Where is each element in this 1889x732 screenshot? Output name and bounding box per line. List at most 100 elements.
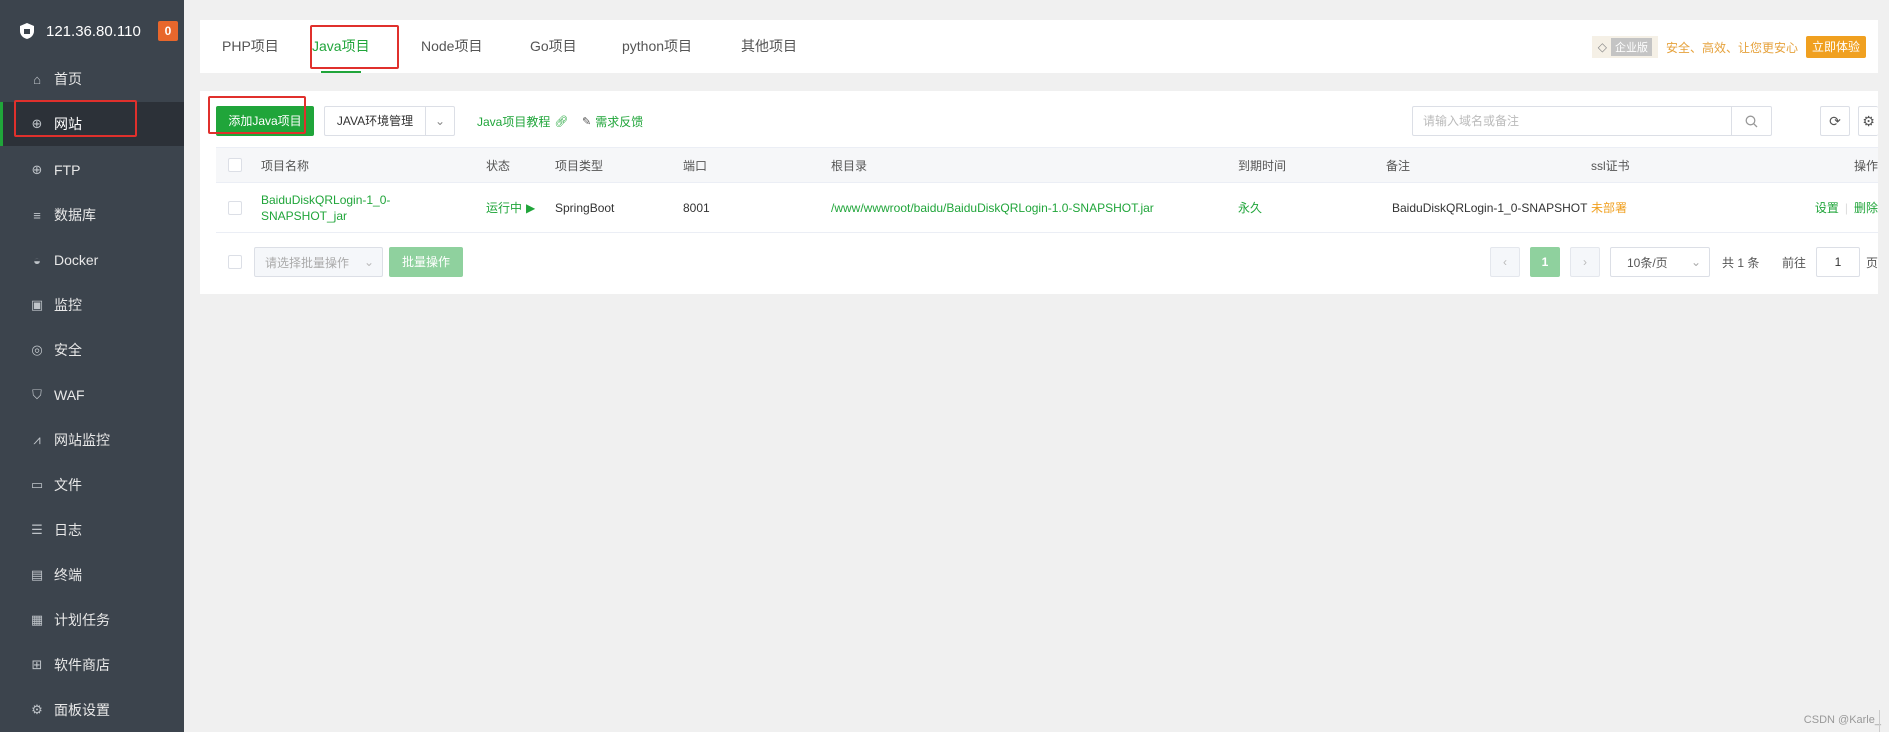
sidebar-item-store[interactable]: ⊞ 软件商店 [0,643,184,687]
ssl-status[interactable]: 未部署 [1591,183,1627,232]
sidebar-item-label: WAF [54,387,85,403]
search-input[interactable] [1413,107,1731,135]
project-type: SpringBoot [555,200,615,215]
chevron-down-icon[interactable]: ⌄ [426,114,454,128]
project-table: 项目名称 状态 项目类型 端口 根目录 到期时间 备注 ssl证书 操作 Bai… [216,147,1878,233]
tab-php[interactable]: PHP项目 [222,20,279,73]
server-ip: 121.36.80.110 [46,22,141,40]
sidebar-item-files[interactable]: ▭ 文件 [0,463,184,507]
monitor-icon: ▣ [30,297,44,312]
tab-java[interactable]: Java项目 [312,20,370,73]
sidebar-item-settings[interactable]: ⚙ 面板设置 [0,688,184,732]
table-header: 项目名称 状态 项目类型 端口 根目录 到期时间 备注 ssl证书 操作 [216,147,1878,183]
enterprise-tag: ◇ 企业版 [1591,36,1658,58]
chevron-left-icon[interactable]: ‹ [1490,247,1520,277]
page-size-value: 10条/页 [1627,255,1668,270]
feedback-link-label[interactable]: 需求反馈 [595,113,643,130]
batch-select[interactable]: 请选择批量操作 ⌄ [254,247,383,277]
project-tabs: PHP项目 Java项目 Node项目 Go项目 python项目 其他项目 ◇… [200,20,1878,73]
diamond-icon: ◇ [1597,40,1607,54]
enterprise-promo: ◇ 企业版 安全、高效、让您更安心 立即体验 [1591,36,1866,58]
sidebar-item-label: 首页 [54,71,82,87]
header-ops: 操作 [1853,158,1878,173]
add-java-project-button[interactable]: 添加Java项目 [216,106,314,136]
status-running[interactable]: 运行中 ▶ [486,183,535,232]
promo-slogan[interactable]: 安全、高效、让您更安心 [1666,39,1798,56]
calendar-icon: ▦ [30,612,44,627]
try-now-button[interactable]: 立即体验 [1805,36,1866,58]
goto-page [1816,247,1860,277]
sidebar-item-database[interactable]: ≡ 数据库 [0,193,184,237]
chevron-right-icon[interactable]: › [1570,247,1600,277]
sidebar-item-home[interactable]: ⌂ 首页 [0,57,184,101]
header-remark: 备注 [1386,158,1411,173]
refresh-icon[interactable]: ⟳ [1820,106,1850,136]
project-expire[interactable]: 永久 [1238,183,1262,232]
tab-node[interactable]: Node项目 [421,20,482,73]
status-text[interactable]: 运行中 [486,199,522,216]
header-expire[interactable]: 到期时间 [1238,148,1286,182]
sidebar-item-cron[interactable]: ▦ 计划任务 [0,598,184,642]
settings-link[interactable]: 设置 [1815,199,1839,216]
batch-select-placeholder: 请选择批量操作 [265,255,350,270]
chevron-down-icon: ⌄ [363,255,374,269]
java-tutorial-link[interactable]: Java项目教程 🔗︎ [477,113,568,130]
header-status: 状态 [486,158,511,173]
header-type: 项目类型 [555,158,604,173]
sidebar-item-label: FTP [54,162,81,178]
java-env-dropdown[interactable]: JAVA环境管理 ⌄ [324,106,455,136]
tutorial-link-label[interactable]: Java项目教程 [477,113,550,130]
message-badge[interactable]: 0 [158,21,178,41]
chart-icon: ⩘ [33,432,41,447]
select-all-checkbox[interactable] [228,148,242,182]
project-name-link[interactable]: BaiduDiskQRLogin-1_0-SNAPSHOT_jar [261,183,465,232]
project-panel: 添加Java项目 JAVA环境管理 ⌄ Java项目教程 🔗︎ ✎ 需求反馈 ⟳… [200,91,1878,294]
link-icon: 🔗︎ [554,116,569,128]
prev-page-button[interactable]: ‹ [1490,247,1520,277]
sidebar-item-terminal[interactable]: ▤ 终端 [0,553,184,597]
sidebar-item-logs[interactable]: ☰ 日志 [0,508,184,552]
settings-gear-icon[interactable]: ⚙ [1858,106,1878,136]
sidebar-item-label: 数据库 [54,207,96,223]
project-root-link[interactable]: /www/wwwroot/baidu/BaiduDiskQRLogin-1.0-… [831,183,1154,232]
goto-page-input[interactable] [1816,247,1860,277]
java-env-button[interactable]: JAVA环境管理 [325,107,426,135]
sidebar-item-monitor[interactable]: ▣ 监控 [0,283,184,327]
sidebar-item-label: 软件商店 [54,657,110,673]
ftp-icon: ⊕ [31,162,43,177]
next-page-button[interactable]: › [1570,247,1600,277]
page-size-select[interactable]: 10条/页 ⌄ [1610,247,1710,277]
gear-icon: ⚙ [31,702,43,717]
project-port: 8001 [683,200,710,215]
docker-icon: ◒ [33,252,41,268]
sidebar-item-website[interactable]: ⊕ 网站 [0,102,184,146]
scrollbar-handle[interactable] [1879,710,1889,732]
delete-link[interactable]: 删除 [1854,199,1878,216]
header-ssl[interactable]: ssl证书 [1591,148,1630,182]
tab-go[interactable]: Go项目 [530,20,577,73]
page-1-button[interactable]: 1 [1530,247,1560,277]
sidebar-item-waf[interactable]: ⛉ WAF [0,373,184,417]
search-box [1412,106,1772,136]
waf-icon: ⛉ [32,387,42,402]
sidebar-item-docker[interactable]: ◒ Docker [0,238,184,282]
logo-icon [20,23,34,39]
sidebar-item-security[interactable]: ◎ 安全 [0,328,184,372]
sidebar-item-label: 网站 [54,116,82,132]
project-remark[interactable]: BaiduDiskQRLogin-1_0-SNAPSHOT [1392,183,1592,232]
current-page[interactable]: 1 [1530,247,1560,277]
header-name[interactable]: 项目名称 [261,148,309,182]
page-suffix: 页 [1866,255,1879,270]
project-name[interactable]: BaiduDiskQRLogin-1_0-SNAPSHOT_jar [261,192,465,224]
tab-python[interactable]: python项目 [622,20,692,73]
feedback-link[interactable]: ✎ 需求反馈 [582,113,643,130]
log-icon: ☰ [31,522,43,537]
footer-checkbox[interactable] [228,247,242,277]
row-checkbox[interactable] [228,183,242,232]
sidebar-item-ftp[interactable]: ⊕ FTP [0,148,184,192]
sidebar-item-site-monitor[interactable]: ⩘ 网站监控 [0,418,184,462]
tab-other[interactable]: 其他项目 [741,20,797,73]
sidebar-item-label: 面板设置 [54,702,110,718]
search-icon[interactable] [1731,107,1771,135]
batch-action-button[interactable]: 批量操作 [389,247,463,277]
